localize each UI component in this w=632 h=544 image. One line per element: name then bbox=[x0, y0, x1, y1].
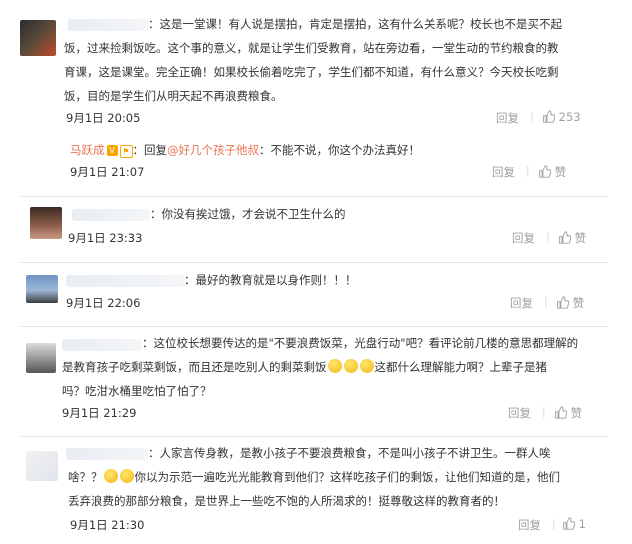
username-blurred[interactable] bbox=[72, 209, 150, 221]
like-count: 253 bbox=[558, 110, 581, 124]
like-button[interactable]: 赞 bbox=[556, 295, 584, 311]
reply-button[interactable]: 回复 bbox=[496, 110, 519, 126]
comment-6: ：人家言传身教，是教小孩子不要浪费粮食，不是叫小孩子不讲卫生。一群人唉 啥？？ 你… bbox=[20, 436, 608, 543]
like-label: 赞 bbox=[554, 165, 567, 179]
comment-text-line: ：这是一堂课！有人说是摆拍，肯定是摆拍，这有什么关系呢？校长也不是买不起 bbox=[148, 17, 562, 31]
comment-text-line: ：这位校长想要传达的是"不要浪费饭菜，光盘行动"吧？看评论前几楼的意思都理解的 bbox=[142, 336, 579, 350]
thumbs-up-icon bbox=[563, 517, 576, 530]
comment-text-line: ：人家言传身教，是教小孩子不要浪费粮食，不是叫小孩子不讲卫生。一群人唉 bbox=[148, 446, 551, 460]
comment-time: 9月1日 23:33 bbox=[68, 231, 143, 245]
comment-time: 9月1日 21:29 bbox=[62, 406, 137, 420]
like-button[interactable]: 赞 bbox=[538, 164, 566, 180]
avatar[interactable] bbox=[26, 275, 58, 303]
mention-link[interactable]: @好几个孩子他叔 bbox=[167, 143, 259, 157]
divider: | bbox=[526, 164, 530, 177]
emoji-face-icon bbox=[119, 469, 134, 483]
comment-time: 9月1日 22:06 bbox=[66, 296, 141, 310]
comment-time: 9月1日 21:30 bbox=[70, 518, 145, 532]
reply-button[interactable]: 回复 bbox=[518, 517, 541, 533]
like-label: 赞 bbox=[570, 406, 583, 420]
comment-text-line: ：你没有挨过饿，才会说不卫生什么的 bbox=[150, 207, 346, 221]
emoji-face-icon bbox=[343, 359, 358, 373]
comment-text-line: 吗？吃泔水桶里吃怕了怕了？ bbox=[62, 384, 212, 398]
thumbs-up-icon bbox=[539, 165, 552, 178]
thumbs-up-icon bbox=[555, 406, 568, 419]
like-button[interactable]: 赞 bbox=[554, 405, 582, 421]
avatar[interactable] bbox=[20, 20, 56, 56]
reply-button[interactable]: 回复 bbox=[512, 230, 535, 246]
divider: | bbox=[546, 230, 550, 243]
divider: | bbox=[552, 517, 556, 530]
comment-text-line: 丢弃浪费的那部分粮食，是世界上一些吃不饱的人所渴求的！挺尊敬这样的教育者的！ bbox=[68, 494, 505, 508]
comment-text-segment: 这都什么理解能力啊？上辈子是猪 bbox=[374, 360, 548, 374]
comment-time: 9月1日 20:05 bbox=[66, 111, 141, 125]
comment-1: ：这是一堂课！有人说是摆拍，肯定是摆拍，这有什么关系呢？校长也不是买不起 饭，过… bbox=[20, 8, 608, 128]
comment-5: ：这位校长想要传达的是"不要浪费饭菜，光盘行动"吧？看评论前几楼的意思都理解的 … bbox=[20, 326, 608, 429]
avatar[interactable] bbox=[30, 207, 62, 239]
username-blurred[interactable] bbox=[62, 339, 142, 351]
reply-button[interactable]: 回复 bbox=[492, 164, 515, 180]
divider: | bbox=[530, 110, 534, 123]
sub-reply-username[interactable]: 马跃成 bbox=[70, 143, 105, 157]
emoji-face-icon bbox=[359, 359, 374, 373]
emoji-face-icon bbox=[103, 469, 118, 483]
username-blurred[interactable] bbox=[68, 19, 148, 31]
comment-text-segment: 啥？？ bbox=[68, 470, 103, 484]
reply-button[interactable]: 回复 bbox=[508, 405, 531, 421]
comment-text-line: 饭，目的是学生们从明天起不再浪费粮食。 bbox=[64, 89, 283, 103]
avatar[interactable] bbox=[26, 343, 56, 373]
username-blurred[interactable] bbox=[66, 275, 184, 287]
avatar[interactable] bbox=[26, 451, 58, 481]
username-blurred[interactable] bbox=[66, 448, 148, 460]
sub-reply-body: ：不能不说，你这个办法真好！ bbox=[259, 143, 420, 157]
org-badge-icon: ⚑ bbox=[119, 145, 133, 158]
sub-reply-prefix: ：回复 bbox=[132, 143, 168, 157]
comment-text-line: 饭，过来捡剩饭吃。这个事的意义，就是让学生们受教育，站在旁边看，一堂生动的节约粮… bbox=[64, 41, 559, 55]
thumbs-up-icon bbox=[557, 296, 570, 309]
comment-4: ：最好的教育就是以身作则！！！ 9月1日 22:06 回复 | 赞 bbox=[20, 262, 608, 319]
comment-text-line: 育课，这是课堂。完全正确！如果校长偷着吃完了，学生们都不知道，有什么意义？今天校… bbox=[64, 65, 559, 79]
comment-time: 9月1日 21:07 bbox=[70, 165, 145, 179]
comment-text-line: ：最好的教育就是以身作则！！！ bbox=[184, 273, 357, 287]
divider: | bbox=[542, 405, 546, 418]
comment-text-segment: 你以为示范一遍吃光光能教育到他们？这样吃孩子们的剩饭，让他们知道的是，他们 bbox=[134, 470, 561, 484]
thumbs-up-icon bbox=[559, 231, 572, 244]
comment-text-line: 是教育孩子吃剩菜剩饭，而且还是吃别人的剩菜剩饭 这都什么理解能力啊？上辈子是猪 bbox=[62, 357, 547, 377]
like-button[interactable]: 赞 bbox=[558, 230, 586, 246]
sub-reply: 马跃成 V ⚑ ：回复@好几个孩子他叔：不能不说，你这个办法真好！ 9月1日 21:0… bbox=[56, 136, 608, 182]
vip-badge-icon: V bbox=[106, 145, 118, 156]
reply-button[interactable]: 回复 bbox=[510, 295, 533, 311]
like-count: 1 bbox=[578, 517, 586, 531]
like-label: 赞 bbox=[572, 296, 585, 310]
divider: | bbox=[544, 295, 548, 308]
comment-text-segment: 是教育孩子吃剩菜剩饭，而且还是吃别人的剩菜剩饭 bbox=[62, 360, 327, 374]
thumbs-up-icon bbox=[543, 110, 556, 123]
sub-reply-text: 马跃成 V ⚑ ：回复@好几个孩子他叔：不能不说，你这个办法真好！ bbox=[70, 140, 420, 160]
comment-text-line: 啥？？ 你以为示范一遍吃光光能教育到他们？这样吃孩子们的剩饭，让他们知道的是，他们 bbox=[68, 467, 560, 487]
like-button[interactable]: 253 bbox=[542, 110, 581, 124]
comment-3: ：你没有挨过饿，才会说不卫生什么的 9月1日 23:33 回复 | 赞 bbox=[20, 196, 608, 255]
emoji-face-icon bbox=[327, 359, 342, 373]
like-button[interactable]: 1 bbox=[562, 517, 586, 531]
like-label: 赞 bbox=[574, 231, 587, 245]
